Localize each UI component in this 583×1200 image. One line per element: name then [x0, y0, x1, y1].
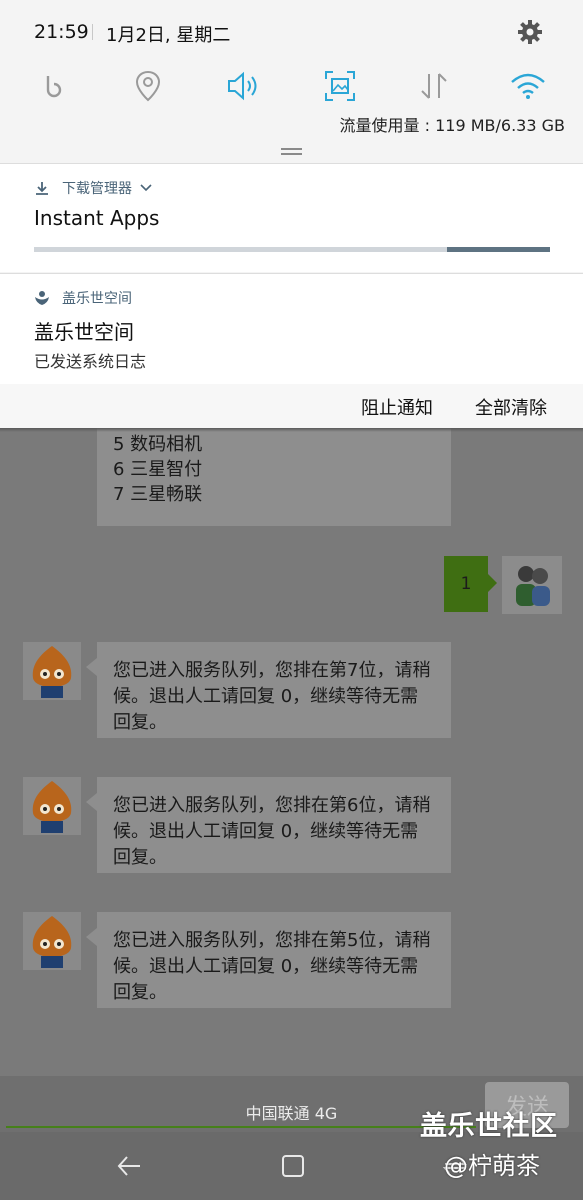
bubble-tail — [86, 793, 97, 811]
input-underline — [6, 1126, 476, 1128]
divider — [92, 24, 93, 40]
watermark-author: @柠萌茶 — [444, 1152, 540, 1180]
drag-handle[interactable] — [281, 148, 302, 155]
progress-fill — [446, 247, 550, 252]
user-bubble-tail — [488, 574, 497, 592]
chevron-down-icon[interactable] — [140, 182, 152, 194]
clear-all-button[interactable]: 全部清除 — [475, 394, 547, 420]
shade-shadow — [0, 428, 583, 432]
sound-icon[interactable] — [224, 66, 264, 106]
home-icon — [282, 1155, 304, 1177]
notification-title: Instant Apps — [34, 206, 160, 230]
notification-header: 盖乐世空间 — [34, 288, 132, 308]
bubble-tail — [86, 928, 97, 946]
home-button[interactable] — [278, 1150, 308, 1182]
notification-download[interactable]: 下载管理器 Instant Apps — [0, 164, 583, 272]
watermark-title: 盖乐世社区 — [420, 1111, 558, 1142]
notification-galaxy-space[interactable]: 盖乐世空间 盖乐世空间 已发送系统日志 — [0, 274, 583, 384]
menu-line: 7 三星畅联 — [113, 484, 203, 505]
status-row: 21:59 1月2日, 星期二 — [0, 0, 583, 62]
app-name: 盖乐世空间 — [62, 291, 132, 307]
bixby-icon[interactable] — [34, 66, 74, 106]
download-progress-bar — [34, 247, 550, 252]
bot-message-partial: 5 数码相机 6 三星智付 7 三星畅联 — [97, 420, 451, 526]
user-avatar[interactable] — [502, 556, 562, 614]
menu-line: 6 三星智付 — [113, 459, 203, 480]
screenshot-icon[interactable] — [320, 66, 360, 106]
bot-message: 您已进入服务队列，您排在第5位，请稍候。退出人工请回复 0，继续等待无需回复。 — [97, 912, 451, 1008]
notification-header: 下载管理器 — [34, 178, 152, 198]
back-button[interactable] — [114, 1150, 144, 1182]
menu-line: 5 数码相机 — [113, 434, 203, 455]
settings-gear-icon[interactable] — [516, 18, 544, 46]
mobile-data-icon[interactable] — [414, 66, 454, 106]
app-name: 下载管理器 — [62, 181, 132, 197]
data-usage-label: 流量使用量 : 119 MB/6.33 GB — [339, 116, 565, 135]
quick-settings — [0, 62, 583, 112]
bot-avatar[interactable] — [23, 642, 81, 700]
notification-text: 已发送系统日志 — [34, 352, 147, 371]
notification-shade: 21:59 1月2日, 星期二 流量使用量: 119 MB/6.33 GB 下… — [0, 0, 583, 428]
bot-message: 您已进入服务队列，您排在第6位，请稍候。退出人工请回复 0，继续等待无需回复。 — [97, 777, 451, 873]
user-message: 1 — [444, 556, 488, 612]
notification-title: 盖乐世空间 — [34, 320, 134, 344]
back-arrow-icon — [117, 1156, 140, 1176]
clock: 21:59 — [34, 21, 89, 43]
bubble-tail — [86, 658, 97, 676]
bot-avatar[interactable] — [23, 777, 81, 835]
location-icon[interactable] — [128, 66, 168, 106]
galaxy-space-icon — [34, 290, 50, 306]
bot-avatar[interactable] — [23, 912, 81, 970]
wifi-icon[interactable] — [508, 66, 548, 106]
bot-message: 您已进入服务队列，您排在第7位，请稍候。退出人工请回复 0，继续等待无需回复。 — [97, 642, 451, 738]
date: 1月2日, 星期二 — [106, 25, 231, 46]
block-notifications-button[interactable]: 阻止通知 — [361, 394, 433, 420]
notification-actions: 阻止通知 全部清除 — [0, 384, 583, 428]
download-icon — [34, 180, 50, 196]
